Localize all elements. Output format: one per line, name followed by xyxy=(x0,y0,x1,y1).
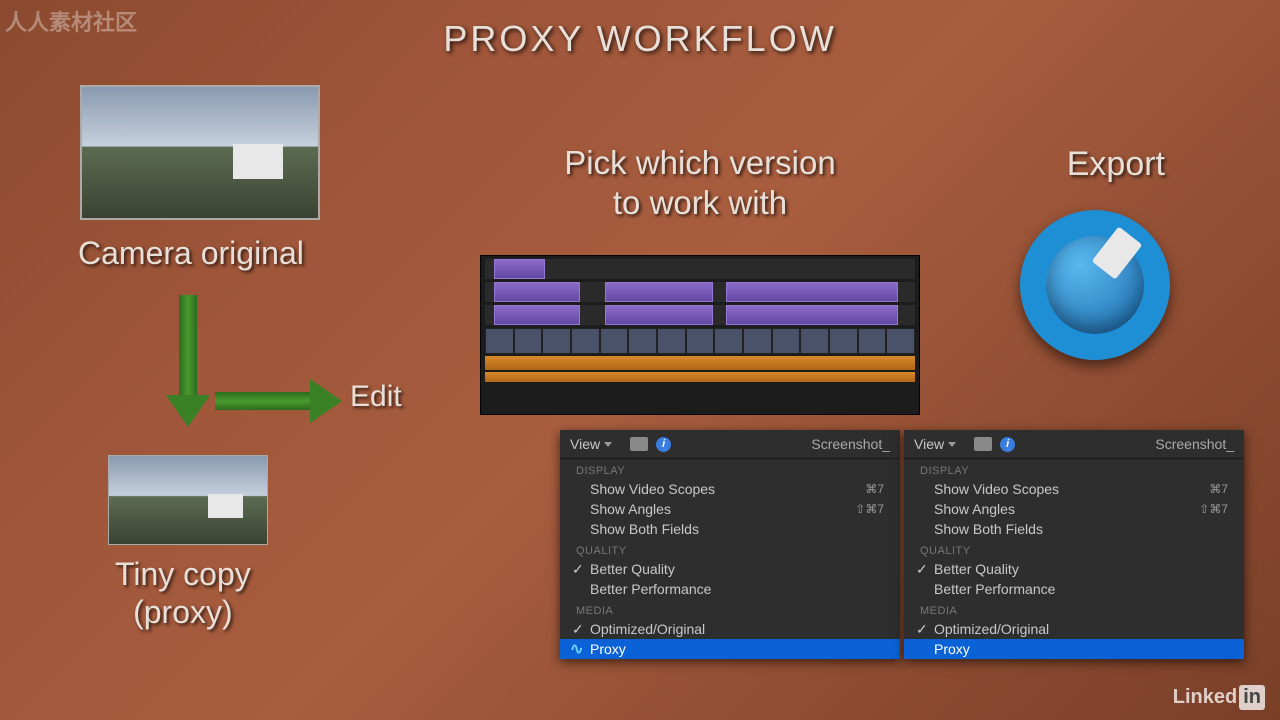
clip-name-label: Screenshot_ xyxy=(1155,436,1234,452)
quicktime-icon xyxy=(1020,210,1190,380)
edit-label: Edit xyxy=(350,380,402,414)
view-menu-panel-right: View i Screenshot_ DISPLAY Show Video Sc… xyxy=(904,430,1244,659)
media-section-header: MEDIA xyxy=(560,599,900,619)
view-dropdown[interactable]: View xyxy=(570,436,612,452)
menu-better-quality[interactable]: Better Quality xyxy=(904,559,1244,579)
camera-original-label: Camera original xyxy=(78,235,304,272)
quality-section-header: QUALITY xyxy=(904,539,1244,559)
pick-version-label: Pick which versionto work with xyxy=(485,143,915,222)
slide-title: PROXY WORKFLOW xyxy=(0,0,1280,60)
info-icon[interactable]: i xyxy=(1000,437,1015,452)
info-icon[interactable]: i xyxy=(656,437,671,452)
view-menu-panel-left: View i Screenshot_ DISPLAY Show Video Sc… xyxy=(560,430,900,659)
menu-better-performance[interactable]: Better Performance xyxy=(904,579,1244,599)
clip-name-label: Screenshot_ xyxy=(811,436,890,452)
display-section-header: DISPLAY xyxy=(560,459,900,479)
media-section-header: MEDIA xyxy=(904,599,1244,619)
menu-show-angles[interactable]: Show Angles⇧⌘7 xyxy=(560,499,900,519)
arrow-right-icon xyxy=(215,383,345,419)
chevron-down-icon xyxy=(948,442,956,447)
proxy-label: Tiny copy(proxy) xyxy=(115,555,251,632)
menu-proxy[interactable]: Proxy xyxy=(560,639,900,659)
menu-show-video-scopes[interactable]: Show Video Scopes⌘7 xyxy=(560,479,900,499)
display-section-header: DISPLAY xyxy=(904,459,1244,479)
menu-show-video-scopes[interactable]: Show Video Scopes⌘7 xyxy=(904,479,1244,499)
chevron-down-icon xyxy=(604,442,612,447)
menu-proxy[interactable]: Proxy xyxy=(904,639,1244,659)
arrow-down-icon xyxy=(170,295,206,425)
view-dropdown[interactable]: View xyxy=(914,436,956,452)
camera-original-thumbnail xyxy=(80,85,320,220)
panel-layout-icon[interactable] xyxy=(630,437,648,451)
menu-better-quality[interactable]: Better Quality xyxy=(560,559,900,579)
linkedin-logo: Linkedin xyxy=(1173,685,1265,710)
menu-optimized-original[interactable]: Optimized/Original xyxy=(560,619,900,639)
menu-show-both-fields[interactable]: Show Both Fields xyxy=(560,519,900,539)
menu-better-performance[interactable]: Better Performance xyxy=(560,579,900,599)
panel-layout-icon[interactable] xyxy=(974,437,992,451)
proxy-thumbnail xyxy=(108,455,268,545)
export-label: Export xyxy=(1067,145,1165,184)
menu-show-both-fields[interactable]: Show Both Fields xyxy=(904,519,1244,539)
menu-optimized-original[interactable]: Optimized/Original xyxy=(904,619,1244,639)
quality-section-header: QUALITY xyxy=(560,539,900,559)
watermark-top-left: 人人素材社区 xyxy=(5,5,137,37)
timeline-screenshot xyxy=(480,255,920,415)
menu-show-angles[interactable]: Show Angles⇧⌘7 xyxy=(904,499,1244,519)
